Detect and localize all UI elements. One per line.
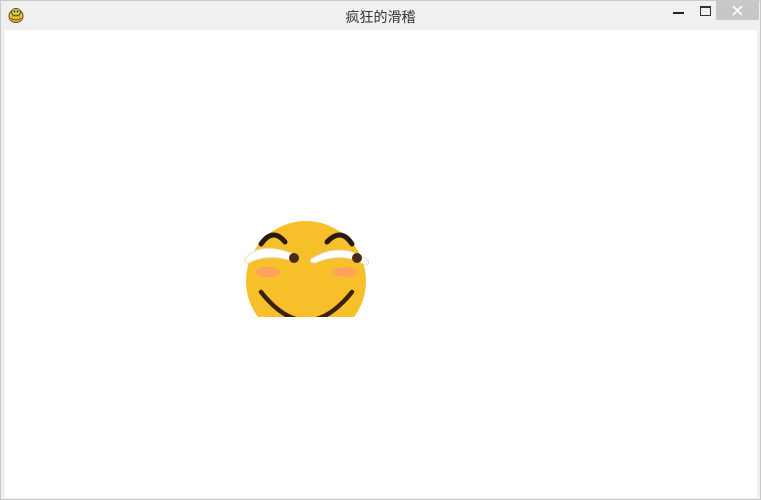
title-bar[interactable]: 疯狂的滑稽 bbox=[1, 1, 760, 30]
huaji-smiley-face bbox=[244, 221, 369, 317]
window-title: 疯狂的滑稽 bbox=[345, 10, 416, 26]
left-blush bbox=[256, 267, 280, 277]
maximize-icon bbox=[700, 6, 711, 16]
right-pupil bbox=[352, 253, 362, 263]
close-button[interactable] bbox=[716, 1, 759, 20]
right-blush bbox=[333, 267, 357, 277]
minimize-icon bbox=[673, 12, 684, 14]
game-canvas[interactable] bbox=[5, 30, 757, 498]
app-window: 疯狂的滑稽 bbox=[0, 0, 761, 500]
left-pupil bbox=[289, 253, 299, 263]
minimize-button[interactable] bbox=[666, 1, 692, 20]
close-icon bbox=[732, 5, 743, 16]
